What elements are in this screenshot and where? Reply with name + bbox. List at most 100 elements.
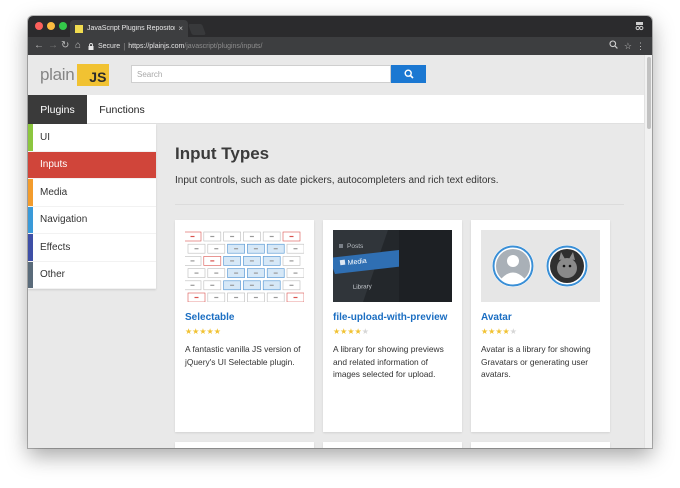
url-path: /javascript/plugins/inputs/ bbox=[184, 42, 263, 50]
tab-close-icon[interactable]: × bbox=[178, 24, 183, 33]
grid-cell-mark bbox=[253, 272, 258, 274]
grid-cell-mark bbox=[249, 235, 254, 238]
plugin-description: A fantastic vanilla JS version of jQuery… bbox=[185, 344, 301, 367]
grid-cell-mark bbox=[190, 260, 195, 262]
grid-cell-mark bbox=[210, 284, 215, 286]
rating-stars: ★★★★★ bbox=[333, 327, 369, 336]
tab-functions[interactable]: Functions bbox=[87, 95, 157, 124]
grid-cell-mark bbox=[194, 296, 199, 299]
category-color-bar bbox=[28, 234, 33, 261]
plugin-card[interactable]: Selectable ★★★★★ A fantastic vanilla JS … bbox=[175, 220, 314, 432]
grid-cell-mark bbox=[190, 284, 195, 286]
tab-title: JavaScript Plugins Repository bbox=[87, 25, 176, 32]
sidebar-item-label: Navigation bbox=[40, 214, 88, 226]
rating-stars: ★★★★★ bbox=[481, 327, 517, 336]
category-color-bar bbox=[28, 124, 33, 151]
plugin-card[interactable] bbox=[175, 442, 314, 448]
site-header: plain JS bbox=[28, 55, 644, 93]
minimize-window-button[interactable] bbox=[47, 22, 55, 30]
browser-tab[interactable]: JavaScript Plugins Repository × bbox=[70, 20, 188, 37]
grid-cell-mark bbox=[253, 248, 258, 250]
sidebar-item-ui[interactable]: UI bbox=[28, 124, 156, 152]
search-input[interactable] bbox=[131, 65, 391, 83]
page-scrollbar[interactable] bbox=[644, 55, 652, 448]
selectable-thumbnail bbox=[185, 230, 304, 302]
plugin-name-link[interactable]: file-upload-with-preview bbox=[333, 312, 447, 323]
thumb-library-label: Library bbox=[353, 283, 373, 291]
maximize-window-button[interactable] bbox=[59, 22, 67, 30]
sidebar-item-effects[interactable]: Effects bbox=[28, 234, 156, 262]
star-icon: ★ bbox=[502, 327, 510, 336]
search-icon bbox=[403, 69, 414, 79]
plugin-card[interactable]: Posts Media Library file-upload-with-pre… bbox=[323, 220, 462, 432]
grid-cell-mark bbox=[289, 284, 294, 286]
new-tab-button[interactable] bbox=[187, 24, 207, 35]
menu-dots-icon[interactable]: ⋮ bbox=[636, 40, 645, 52]
plugin-card[interactable]: Avatar ★★★★★ Avatar is a library for sho… bbox=[471, 220, 610, 432]
back-arrow-icon[interactable]: ← bbox=[34, 39, 44, 53]
thumb-posts-label: Posts bbox=[347, 243, 364, 250]
divider bbox=[175, 204, 624, 205]
incognito-icon bbox=[635, 22, 644, 31]
sidebar-item-label: Inputs bbox=[40, 159, 68, 171]
grid-cell-mark bbox=[293, 248, 298, 250]
logo-js-badge: JS bbox=[77, 64, 110, 86]
sidebar-item-other[interactable]: Other bbox=[28, 261, 156, 289]
page-viewport: plain JS Plugins Functions UI Input bbox=[28, 55, 652, 448]
plugin-card[interactable] bbox=[323, 442, 462, 448]
grid-cell-mark bbox=[289, 260, 294, 262]
grid-cell-mark bbox=[289, 235, 294, 238]
grid-cell-mark bbox=[230, 284, 235, 286]
sidebar-item-label: UI bbox=[40, 131, 50, 143]
url-separator: | bbox=[123, 41, 126, 51]
browser-toolbar: ← → ↻ ⌂ Secure | https://plainjs.com /ja… bbox=[28, 37, 652, 55]
forward-arrow-icon[interactable]: → bbox=[48, 39, 58, 53]
grid-cell-mark bbox=[194, 248, 199, 250]
grid-cell-mark bbox=[230, 260, 235, 262]
sidebar-item-inputs[interactable]: Inputs bbox=[28, 151, 156, 179]
avatar-thumbnail bbox=[481, 230, 600, 302]
grid-cell-mark bbox=[249, 284, 254, 286]
home-icon[interactable]: ⌂ bbox=[75, 39, 81, 53]
grid-cell-mark bbox=[190, 235, 195, 238]
bookmark-star-icon[interactable]: ☆ bbox=[624, 40, 632, 52]
grid-cell-mark bbox=[269, 260, 274, 262]
tab-bar: JavaScript Plugins Repository × bbox=[28, 16, 652, 37]
star-icon: ★ bbox=[347, 327, 355, 336]
site-logo[interactable]: plain JS bbox=[40, 64, 110, 86]
category-sidebar: UI Inputs Media Navigation Effects Other bbox=[28, 124, 156, 289]
plugin-card[interactable] bbox=[471, 442, 610, 448]
sidebar-item-navigation[interactable]: Navigation bbox=[28, 206, 156, 234]
rating-stars: ★★★★★ bbox=[185, 327, 221, 336]
grid-cell-mark bbox=[214, 272, 219, 274]
grid-cell-mark bbox=[273, 296, 278, 299]
category-color-bar bbox=[28, 151, 33, 178]
scrollbar-thumb[interactable] bbox=[647, 57, 651, 129]
grid-cell-mark bbox=[210, 235, 215, 238]
grid-cell-mark bbox=[293, 272, 298, 274]
grid-cell-mark bbox=[210, 260, 215, 262]
grid-cell-mark bbox=[214, 296, 219, 299]
page-description: Input controls, such as date pickers, au… bbox=[175, 175, 499, 186]
grid-cell-mark bbox=[214, 248, 219, 250]
url-host: https://plainjs.com bbox=[128, 42, 185, 50]
file-upload-thumbnail: Posts Media Library bbox=[333, 230, 452, 302]
category-color-bar bbox=[28, 206, 33, 233]
search-button[interactable] bbox=[391, 65, 426, 83]
grid-cell-mark bbox=[253, 296, 258, 299]
reload-icon[interactable]: ↻ bbox=[61, 39, 69, 53]
address-bar[interactable]: Secure | https://plainjs.com /javascript… bbox=[88, 39, 606, 53]
star-icon: ★ bbox=[361, 327, 369, 336]
grid-cell-mark bbox=[273, 272, 278, 274]
tab-plugins[interactable]: Plugins bbox=[28, 95, 87, 124]
zoom-icon[interactable] bbox=[609, 40, 618, 49]
plugin-description: Avatar is a library for showing Gravatar… bbox=[481, 344, 591, 379]
category-color-bar bbox=[28, 179, 33, 206]
plugin-name-link[interactable]: Avatar bbox=[481, 312, 512, 323]
star-icon: ★ bbox=[495, 327, 503, 336]
star-icon: ★ bbox=[206, 327, 214, 336]
plugin-name-link[interactable]: Selectable bbox=[185, 312, 234, 323]
close-window-button[interactable] bbox=[35, 22, 43, 30]
logo-plain-text: plain bbox=[40, 65, 75, 84]
sidebar-item-media[interactable]: Media bbox=[28, 179, 156, 207]
